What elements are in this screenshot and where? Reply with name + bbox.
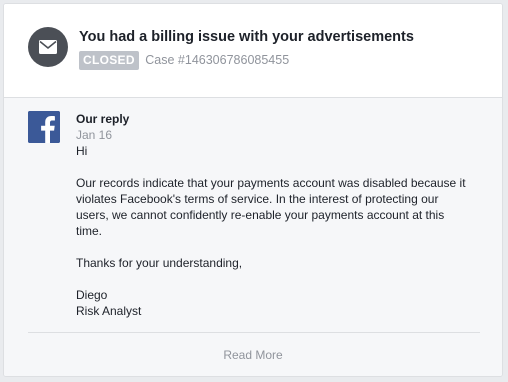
signature-name: Diego <box>76 288 108 302</box>
reply-date: Jan 16 <box>76 128 113 142</box>
case-reply-area: Our reply Jan 16 Hi Our records indicate… <box>4 98 502 376</box>
case-status-row: CLOSED Case #146306786085455 <box>79 51 289 70</box>
reply-paragraph-line: Our records indicate that your payments … <box>76 176 466 190</box>
signature-title: Risk Analyst <box>76 304 142 318</box>
support-case-card: You had a billing issue with your advert… <box>3 3 503 377</box>
read-more-link[interactable]: Read More <box>4 348 502 362</box>
envelope-icon <box>28 27 68 67</box>
reply-greeting: Hi <box>76 144 88 158</box>
case-number: Case #146306786085455 <box>145 53 290 67</box>
reply-paragraph-line: users, we cannot confidently re-enable y… <box>76 208 445 222</box>
case-title: You had a billing issue with your advert… <box>79 29 414 45</box>
case-header: You had a billing issue with your advert… <box>4 4 502 98</box>
reply-message: Our reply Jan 16 Hi Our records indicate… <box>76 111 476 319</box>
reply-heading: Our reply <box>76 112 130 126</box>
divider <box>28 332 480 333</box>
facebook-logo-icon <box>28 111 60 143</box>
reply-paragraph-line: violates Facebook's terms of service. In… <box>76 192 439 206</box>
reply-thanks: Thanks for your understanding, <box>76 256 243 270</box>
reply-paragraph-line: time. <box>76 224 103 238</box>
status-badge: CLOSED <box>79 51 139 70</box>
